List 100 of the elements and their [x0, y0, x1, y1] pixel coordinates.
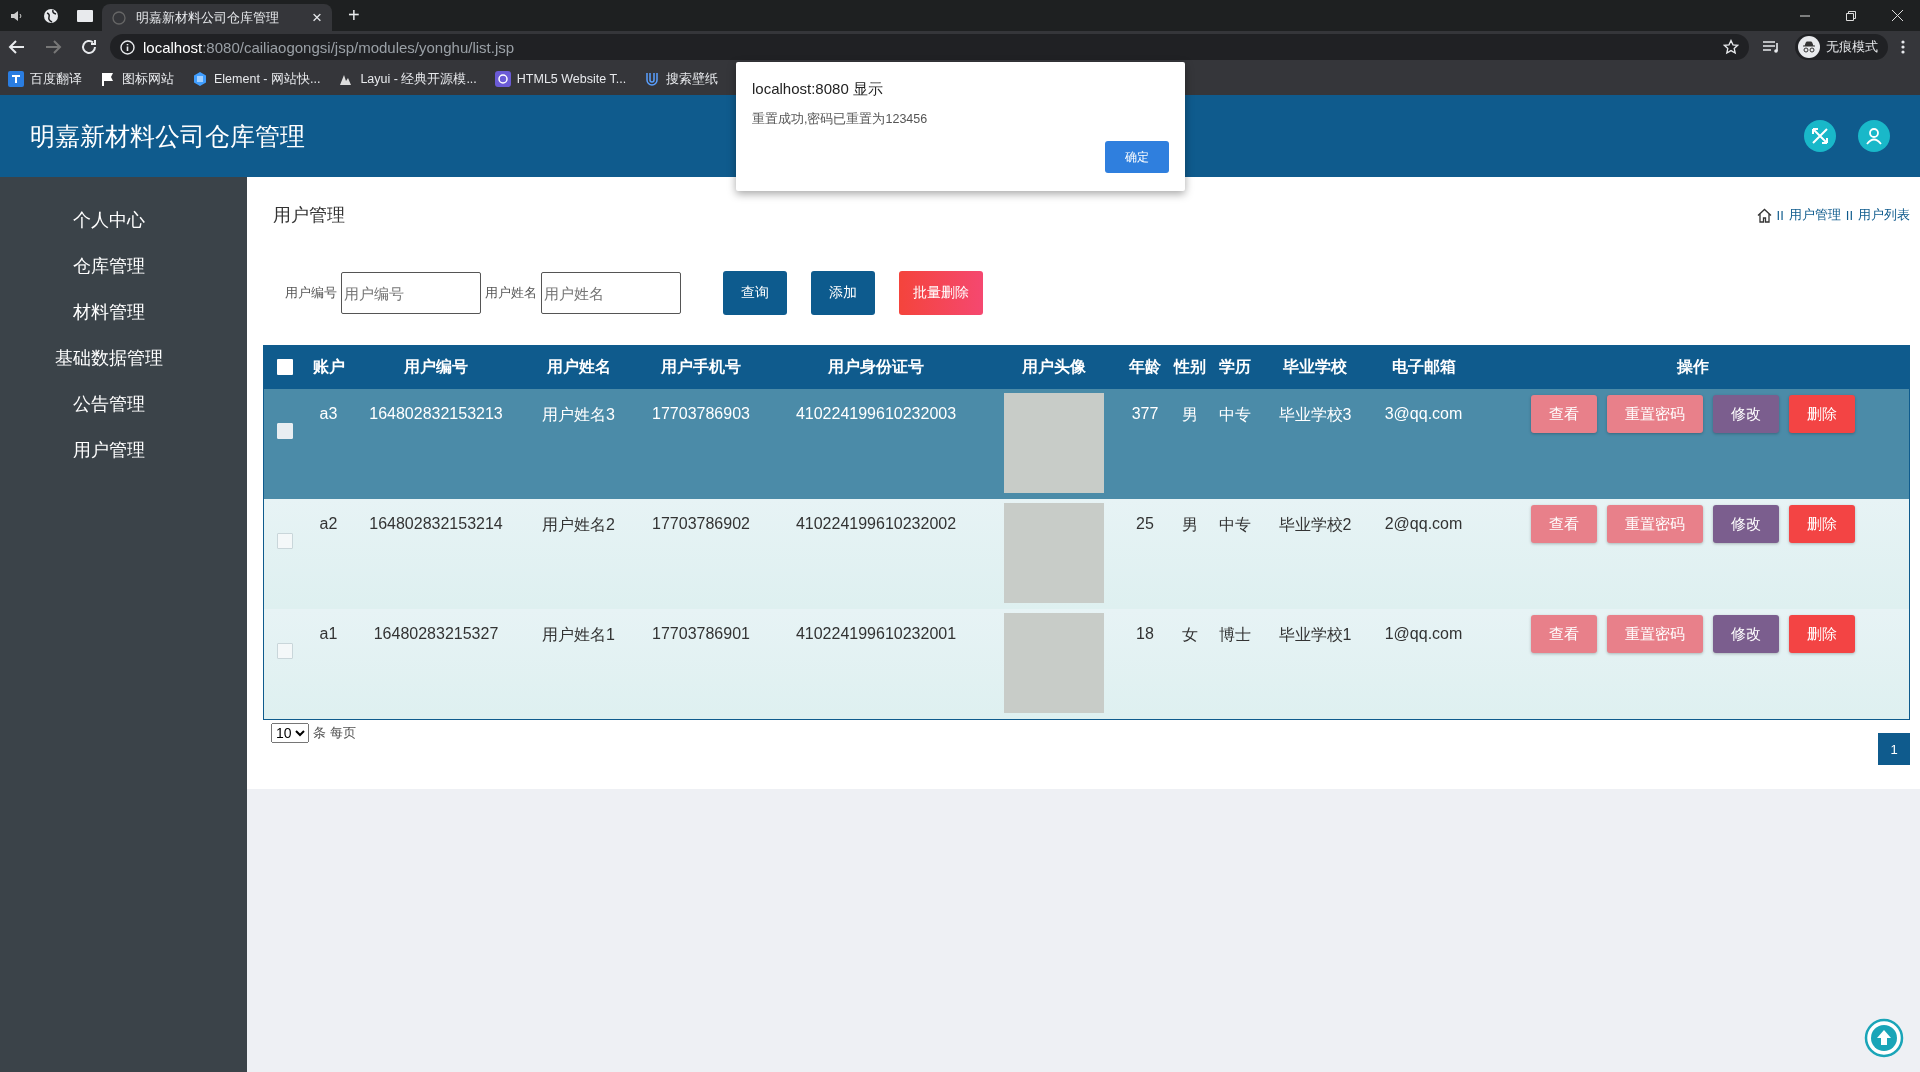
table-cell-text: 毕业学校1: [1277, 625, 1353, 645]
column-header: 操作: [1675, 356, 1710, 377]
checkbox[interactable]: [277, 359, 293, 375]
column-header: 年龄: [1128, 356, 1162, 377]
translate-icon: [8, 71, 24, 87]
table-cell-text: 用户姓名1: [541, 625, 616, 645]
tab-close-button[interactable]: ×: [312, 7, 322, 28]
search-field[interactable]: 用户姓名: [541, 272, 681, 314]
bookmark-link[interactable]: Layui - 经典开源模...: [360, 70, 477, 88]
table-row[interactable]: a2 164802832153214 用户姓名2 17703786902 410224199610232002 25 男 中专 毕业学校2 2@qq.com 查看 重置密码 修改 删除: [264, 499, 1909, 609]
breadcrumb-separator: II: [1776, 207, 1784, 223]
table-cell-text: 中专: [1218, 515, 1252, 535]
bookmark-link[interactable]: 图标网站: [122, 70, 174, 88]
table-cell-text: 410224199610232002: [794, 514, 958, 533]
info-icon: [120, 39, 135, 55]
breadcrumb-link[interactable]: 用户列表: [1858, 206, 1910, 224]
address-bar[interactable]: localhost:8080/cailiaogongsi/jsp/modules/yonghu/list.jsp: [110, 34, 1749, 60]
batch-delete-button[interactable]: 批量删除: [899, 271, 983, 315]
reload-icon[interactable]: [80, 38, 98, 56]
sidebar-item[interactable]: 材料管理: [72, 289, 145, 335]
search-field[interactable]: 用户编号: [341, 272, 481, 314]
table-cell-text: 17703786902: [651, 514, 751, 533]
table-row[interactable]: a1 16480283215327 用户姓名1 17703786901 410224199610232001 18 女 博士 毕业学校1 1@qq.com 查看 重置密码 修改 删除: [264, 609, 1909, 719]
table-cell-text: 用户姓名3: [541, 405, 616, 425]
table-cell-text: 17703786901: [651, 624, 751, 643]
bookmark-link[interactable]: 搜索壁纸: [666, 70, 719, 88]
table-cell-text: 毕业学校3: [1277, 405, 1353, 425]
column-header: 用户编号: [403, 356, 469, 377]
sidebar-item[interactable]: 仓库管理: [72, 243, 145, 289]
app-icon: [494, 71, 511, 87]
table-cell-text: a3: [318, 404, 339, 423]
forward-icon[interactable]: [44, 39, 62, 55]
collapse-button[interactable]: [1804, 120, 1836, 152]
edit-button[interactable]: 修改: [1712, 395, 1779, 433]
page-size-label: 条 每页: [313, 724, 356, 742]
home-icon[interactable]: [1756, 207, 1772, 223]
speaker-icon[interactable]: [10, 9, 24, 22]
breadcrumb-separator: II: [1845, 207, 1853, 223]
table-cell-text: 16480283215327: [372, 624, 500, 643]
table-cell-text: 410224199610232003: [794, 404, 958, 423]
table-cell-text: 3@qq.com: [1383, 404, 1464, 423]
table-cell-text: a1: [318, 624, 339, 643]
column-header: 账户: [311, 356, 346, 377]
browser-tab[interactable]: 明嘉新材料公司仓库管理 ×: [102, 4, 332, 31]
column-header: 用户姓名: [545, 356, 612, 377]
dialog-title: localhost:8080 显示: [752, 80, 884, 99]
sidebar-item[interactable]: 公告管理: [72, 381, 145, 427]
sidebar-item[interactable]: 用户管理: [72, 427, 145, 473]
star-icon[interactable]: [1723, 39, 1739, 55]
page-title: 用户管理: [272, 204, 345, 227]
u-shape-icon: [644, 71, 661, 87]
table-cell-text: 164802832153213: [368, 404, 504, 423]
sidebar-item[interactable]: 基础数据管理: [54, 335, 163, 381]
bookmark-link[interactable]: Element - 网站快...: [214, 70, 321, 88]
user-icon: [1865, 127, 1883, 145]
delete-button[interactable]: 删除: [1788, 615, 1855, 653]
table-cell-text: 410224199610232001: [794, 624, 958, 643]
edit-button[interactable]: 修改: [1712, 615, 1779, 653]
table-cell-text: 用户姓名2: [541, 515, 616, 535]
field-label: 用户姓名: [485, 284, 537, 302]
table-cell-text: 377: [1130, 404, 1160, 423]
new-tab-button[interactable]: +: [342, 3, 366, 28]
checkbox[interactable]: [277, 423, 293, 439]
flag-icon: [100, 71, 116, 87]
app-title: 明嘉新材料公司仓库管理: [30, 120, 305, 152]
dialog-message: 重置成功,密码已重置为123456: [752, 111, 929, 128]
url-text: localhost:8080/cailiaogongsi/jsp/modules/yonghu/list.jsp: [143, 38, 515, 56]
page-size-select[interactable]: 10: [271, 723, 309, 743]
window-icon[interactable]: [77, 9, 93, 22]
checkbox[interactable]: [277, 533, 293, 549]
field-label: 用户编号: [285, 284, 337, 302]
delete-button[interactable]: 删除: [1788, 395, 1855, 433]
table-cell-text: 2@qq.com: [1383, 514, 1464, 533]
sidebar-item[interactable]: 个人中心: [72, 197, 145, 243]
bookmark-link[interactable]: HTML5 Website T...: [516, 72, 627, 86]
back-to-top-button[interactable]: [1864, 1018, 1904, 1058]
toolbar-button[interactable]: 查询: [723, 271, 787, 315]
bookmark-link[interactable]: 百度翻译: [30, 70, 82, 88]
table-row[interactable]: a3 164802832153213 用户姓名3 17703786903 410224199610232003 377 男 中专 毕业学校3 3@qq.com 查看 重置密码 修改 删除: [264, 389, 1909, 499]
close-icon[interactable]: [1891, 10, 1903, 21]
page-button[interactable]: 1: [1878, 733, 1910, 765]
restore-icon[interactable]: [1846, 10, 1856, 21]
table-cell-text: 25: [1135, 514, 1155, 533]
column-header: 用户身份证号: [827, 356, 925, 377]
ok-button[interactable]: 确定: [1105, 141, 1169, 173]
user-avatar-button[interactable]: [1858, 120, 1890, 152]
table-cell-text: 男: [1181, 515, 1199, 535]
table-cell-text: 中专: [1218, 405, 1252, 425]
more-icon[interactable]: [1900, 39, 1906, 55]
back-icon[interactable]: [8, 39, 26, 55]
column-header: 学历: [1218, 356, 1252, 377]
edit-button[interactable]: 修改: [1712, 505, 1779, 543]
table-cell-text: 164802832153214: [368, 514, 504, 533]
delete-button[interactable]: 删除: [1788, 505, 1855, 543]
media-icon[interactable]: [1763, 40, 1781, 54]
checkbox[interactable]: [277, 643, 293, 659]
table-cell-text: 17703786903: [651, 404, 751, 423]
breadcrumb-link[interactable]: 用户管理: [1788, 206, 1841, 224]
toolbar-button[interactable]: 添加: [811, 271, 875, 315]
column-header: 性别: [1172, 356, 1207, 377]
